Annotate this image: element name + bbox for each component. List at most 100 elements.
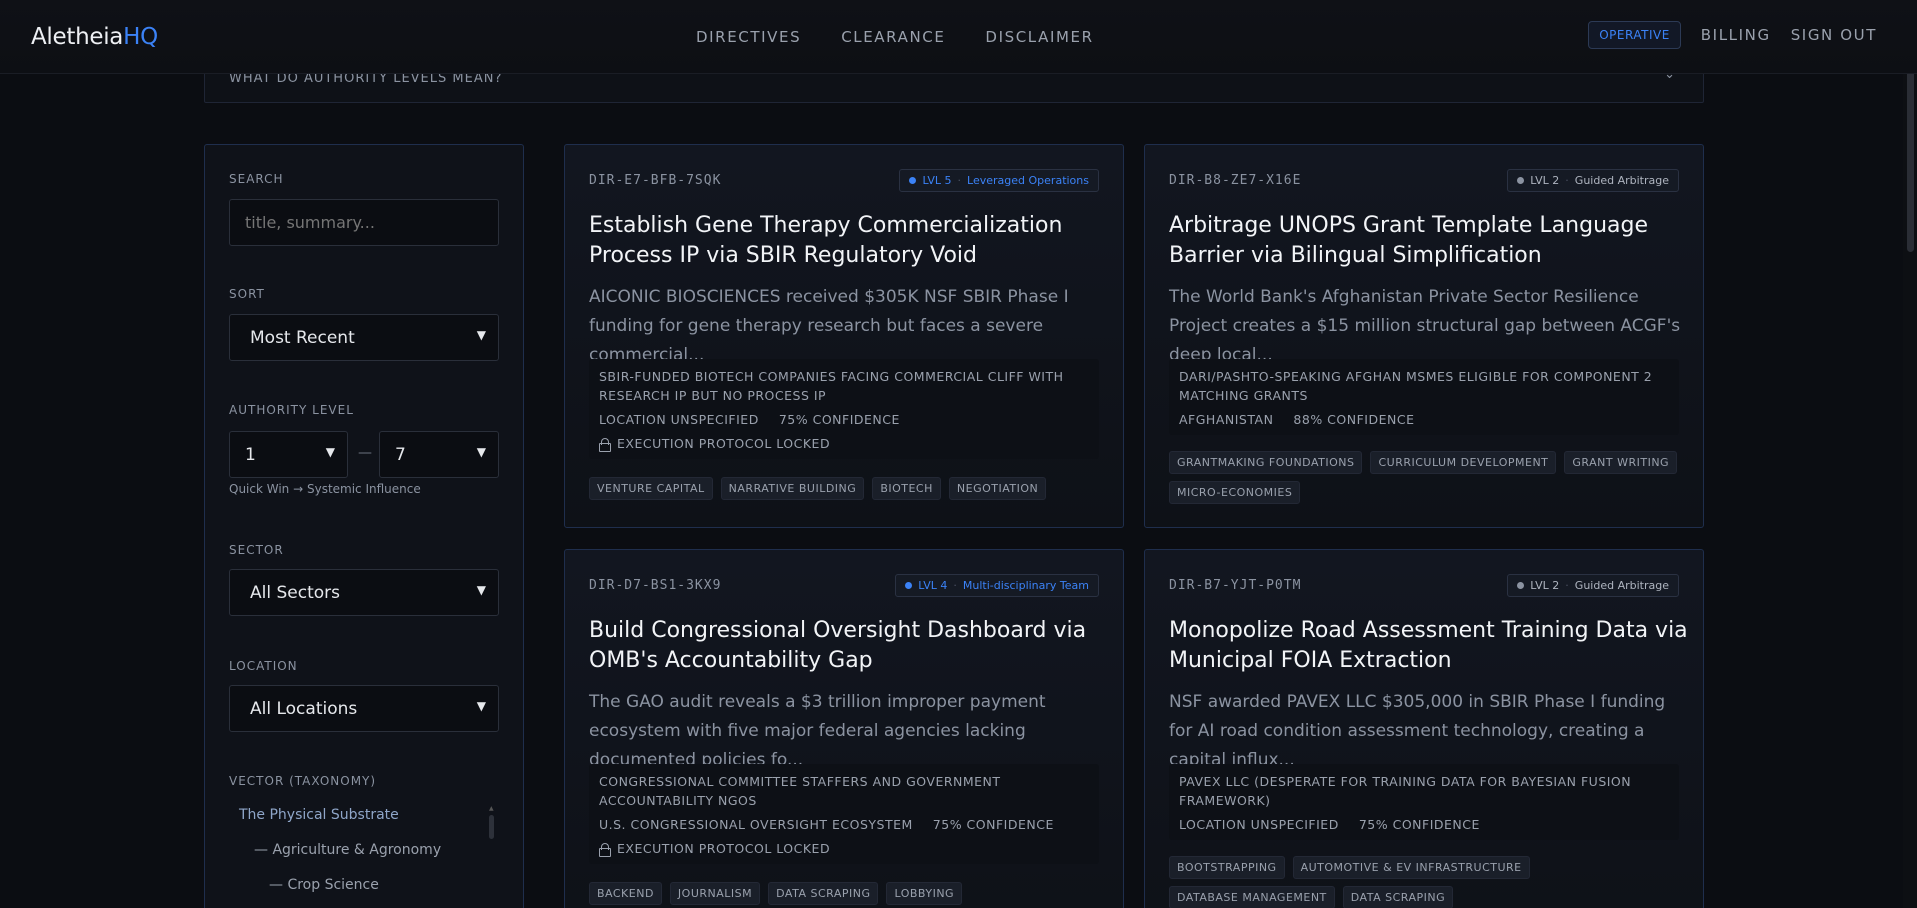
tag[interactable]: CURRICULUM DEVELOPMENT <box>1370 451 1557 474</box>
authority-min-select[interactable]: 1 ▼ <box>229 431 348 478</box>
authority-level-badge: LVL 2 · Guided Arbitrage <box>1507 574 1679 597</box>
authority-level-badge: LVL 2 · Guided Arbitrage <box>1507 169 1679 192</box>
directive-confidence: 75% CONFIDENCE <box>1358 817 1480 832</box>
level-dot-icon <box>909 177 917 184</box>
separator-dot: · <box>1565 579 1569 592</box>
tag[interactable]: BIOTECH <box>872 477 941 500</box>
authority-max-select[interactable]: 7 ▼ <box>379 431 499 478</box>
operative-badge[interactable]: OPERATIVE <box>1588 21 1681 49</box>
nav-directives[interactable]: DIRECTIVES <box>696 28 801 46</box>
directive-meta: SBIR-FUNDED BIOTECH COMPANIES FACING COM… <box>589 359 1099 459</box>
search-label: SEARCH <box>229 172 284 186</box>
sort-label: SORT <box>229 287 265 301</box>
tag[interactable]: NARRATIVE BUILDING <box>720 477 865 500</box>
tag[interactable]: BACKEND <box>589 882 662 905</box>
directive-id: DIR-B8-ZE7-X16E <box>1169 173 1302 188</box>
authority-hint: Quick Win → Systemic Influence <box>229 482 421 496</box>
directive-confidence: 88% CONFIDENCE <box>1293 412 1415 427</box>
directive-confidence: 75% CONFIDENCE <box>778 412 900 427</box>
authority-level-badge: LVL 5 · Leveraged Operations <box>899 169 1099 192</box>
sort-select[interactable]: Most Recent ▼ <box>229 314 499 361</box>
taxonomy-item[interactable]: The Physical Substrate <box>239 807 399 823</box>
level-code: LVL 2 <box>1530 174 1560 187</box>
directive-title[interactable]: Establish Gene Therapy Commercialization… <box>589 211 1109 271</box>
search-input[interactable] <box>229 199 499 246</box>
logo-accent-text: HQ <box>123 24 158 50</box>
directive-confidence: 75% CONFIDENCE <box>932 817 1054 832</box>
level-code: LVL 4 <box>918 579 948 592</box>
level-name: Guided Arbitrage <box>1574 579 1669 592</box>
tag[interactable]: GRANT WRITING <box>1564 451 1678 474</box>
level-name: Leveraged Operations <box>967 174 1089 187</box>
taxonomy-scroll-thumb[interactable] <box>489 815 494 839</box>
nav-billing[interactable]: BILLING <box>1701 26 1771 44</box>
directive-id: DIR-B7-YJT-P0TM <box>1169 578 1302 593</box>
target-audience: PAVEX LLC (DESPERATE FOR TRAINING DATA F… <box>1179 774 1632 808</box>
tag[interactable]: BOOTSTRAPPING <box>1169 856 1285 879</box>
chevron-down-icon: ▼ <box>325 445 335 459</box>
taxonomy-item[interactable]: — Crop Science <box>269 877 379 893</box>
account-nav: OPERATIVE BILLING SIGN OUT <box>1588 21 1877 49</box>
tag[interactable]: DATABASE MANAGEMENT <box>1169 886 1335 908</box>
nav-sign-out[interactable]: SIGN OUT <box>1791 26 1877 44</box>
directive-location: LOCATION UNSPECIFIED <box>1179 817 1339 832</box>
locked-label: EXECUTION PROTOCOL LOCKED <box>617 436 831 451</box>
directive-location: LOCATION UNSPECIFIED <box>599 412 759 427</box>
directive-location: U.S. CONGRESSIONAL OVERSIGHT ECOSYSTEM <box>599 817 913 832</box>
level-code: LVL 2 <box>1530 579 1560 592</box>
tag[interactable]: JOURNALISM <box>669 882 761 905</box>
vector-taxonomy-label: VECTOR (TAXONOMY) <box>229 774 377 788</box>
target-audience: DARI/PASHTO-SPEAKING AFGHAN MSMES ELIGIB… <box>1179 369 1653 403</box>
lock-icon <box>599 437 611 452</box>
location-label: LOCATION <box>229 659 298 673</box>
tag[interactable]: AUTOMOTIVE & EV INFRASTRUCTURE <box>1292 856 1530 879</box>
taxonomy-scrollbar[interactable]: ▲ <box>488 805 495 839</box>
chevron-down-icon: ▼ <box>476 583 486 597</box>
tag-list: GRANTMAKING FOUNDATIONS CURRICULUM DEVEL… <box>1169 451 1689 504</box>
tag[interactable]: LOBBYING <box>886 882 963 905</box>
range-dash: — <box>358 445 372 461</box>
tag[interactable]: VENTURE CAPITAL <box>589 477 713 500</box>
directive-meta: PAVEX LLC (DESPERATE FOR TRAINING DATA F… <box>1169 764 1679 840</box>
sector-select-value: All Sectors <box>250 582 340 603</box>
target-audience: SBIR-FUNDED BIOTECH COMPANIES FACING COM… <box>599 369 1064 403</box>
logo[interactable]: AletheiaHQ <box>31 24 158 50</box>
directive-card[interactable]: DIR-D7-BS1-3KX9 LVL 4 · Multi-disciplina… <box>564 549 1124 908</box>
separator-dot: · <box>1565 174 1569 187</box>
logo-main-text: Aletheia <box>31 24 124 50</box>
tag[interactable]: MICRO-ECONOMIES <box>1169 481 1301 504</box>
taxonomy-item[interactable]: — Agriculture & Agronomy <box>254 842 441 858</box>
sector-select[interactable]: All Sectors ▼ <box>229 569 499 616</box>
chevron-down-icon: ▼ <box>476 699 486 713</box>
directive-summary: The GAO audit reveals a $3 trillion impr… <box>589 692 1046 770</box>
directive-title[interactable]: Arbitrage UNOPS Grant Template Language … <box>1169 211 1689 271</box>
nav-clearance[interactable]: CLEARANCE <box>841 28 945 46</box>
nav-disclaimer[interactable]: DISCLAIMER <box>985 28 1093 46</box>
directive-id: DIR-D7-BS1-3KX9 <box>589 578 722 593</box>
main-nav: DIRECTIVES CLEARANCE DISCLAIMER <box>696 28 1094 46</box>
directive-title[interactable]: Monopolize Road Assessment Training Data… <box>1169 616 1689 676</box>
execution-locked-notice: EXECUTION PROTOCOL LOCKED <box>599 841 1089 857</box>
page-scrollbar[interactable] <box>1903 0 1917 908</box>
sector-label: SECTOR <box>229 543 284 557</box>
directive-meta: CONGRESSIONAL COMMITTEE STAFFERS AND GOV… <box>589 764 1099 864</box>
authority-level-label: AUTHORITY LEVEL <box>229 403 354 417</box>
directive-title[interactable]: Build Congressional Oversight Dashboard … <box>589 616 1109 676</box>
directive-summary: NSF awarded PAVEX LLC $305,000 in SBIR P… <box>1169 692 1666 770</box>
directive-summary: The World Bank's Afghanistan Private Sec… <box>1169 287 1681 365</box>
level-code: LVL 5 <box>922 174 952 187</box>
authority-level-badge: LVL 4 · Multi-disciplinary Team <box>895 574 1099 597</box>
tag[interactable]: GRANTMAKING FOUNDATIONS <box>1169 451 1363 474</box>
directive-card[interactable]: DIR-B8-ZE7-X16E LVL 2 · Guided Arbitrage… <box>1144 144 1704 528</box>
tag-list: BOOTSTRAPPING AUTOMOTIVE & EV INFRASTRUC… <box>1169 856 1689 908</box>
tag[interactable]: DATA SCRAPING <box>1342 886 1454 908</box>
directive-card[interactable]: DIR-B7-YJT-P0TM LVL 2 · Guided Arbitrage… <box>1144 549 1704 908</box>
location-select[interactable]: All Locations ▼ <box>229 685 499 732</box>
chevron-down-icon: ▼ <box>476 328 486 342</box>
directive-card[interactable]: DIR-E7-BFB-7SQK LVL 5 · Leveraged Operat… <box>564 144 1124 528</box>
tag[interactable]: NEGOTIATION <box>948 477 1047 500</box>
scroll-up-icon[interactable]: ▲ <box>489 805 494 812</box>
tag-list: VENTURE CAPITAL NARRATIVE BUILDING BIOTE… <box>589 477 1109 500</box>
tag[interactable]: DATA SCRAPING <box>768 882 879 905</box>
sort-select-value: Most Recent <box>250 327 355 348</box>
